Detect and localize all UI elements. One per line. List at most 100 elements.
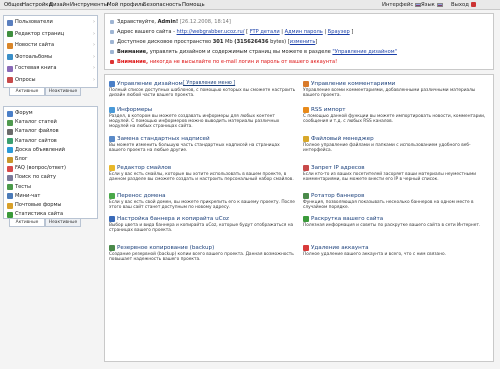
module-title[interactable]: Резервное копирование (backup) (117, 245, 214, 251)
greeting-text: Здравствуйте, (117, 19, 156, 25)
site-address-line: Адрес вашего сайта - http://webgrabber.u… (110, 29, 353, 35)
menu-profile[interactable]: Мой профиль (107, 2, 144, 8)
page-editor-icon (7, 31, 13, 37)
module-description: Полезная информация и советы по раскрутк… (303, 223, 481, 228)
menu-tools[interactable]: Инструменты (70, 2, 108, 8)
tab-inactive-bottom[interactable]: Неактивные (45, 219, 81, 227)
menu-security[interactable]: Безопасность (143, 2, 181, 8)
menu-settings[interactable]: Настройки (22, 2, 52, 8)
menu-help[interactable]: Помощь (182, 2, 205, 8)
sidebar-item[interactable]: Доска объявлений (7, 146, 95, 155)
sidebar-item[interactable]: Мини-чат (7, 192, 95, 201)
sidebar-item-label: Доска объявлений (15, 146, 65, 153)
interface-toggle[interactable]: Интерфейс (382, 2, 421, 8)
interface-label: Интерфейс (382, 2, 414, 8)
module-card: Управление дизайном[ Управление меню ] По… (109, 81, 299, 105)
ftp-details-link[interactable]: FTP детали (250, 29, 280, 35)
module-card: Замена стандартных надписей Вы можете изм… (109, 136, 299, 160)
sidebar-item-label: Редактор страниц (15, 30, 65, 37)
rss-icon (303, 107, 309, 113)
chevron-right-icon: › (93, 30, 95, 37)
module-title[interactable]: Настройка баннера и копирайта uCoz (117, 216, 229, 222)
sidebar-item-label: Каталог статей (15, 119, 57, 126)
logout-label: Выход (451, 2, 469, 8)
module-title[interactable]: Раскрутка вашего сайта (311, 216, 383, 222)
sidebar-item[interactable]: Поиск по сайту (7, 173, 95, 182)
module-title[interactable]: RSS импорт (311, 107, 346, 113)
module-card: Раскрутка вашего сайта Полезная информаци… (303, 216, 493, 240)
admin-password-link[interactable]: Админ пароль (285, 29, 323, 35)
mail-icon (7, 202, 13, 209)
sidebar-item[interactable]: Каталог сайтов (7, 137, 95, 146)
sidebar-top-tabs: Активные Неактивные (3, 88, 98, 96)
module-card: Редактор смайлов Если у вас есть смайлы, … (109, 165, 299, 189)
sidebar-item[interactable]: Почтовые формы (7, 201, 95, 210)
menu-design[interactable]: Дизайн (49, 2, 70, 8)
attention-line: Внимание, управлять дизайном и содержимы… (110, 49, 397, 55)
sidebar-item[interactable]: Гостевая книга › (7, 64, 95, 73)
news-icon (7, 42, 13, 49)
sidebar-item[interactable]: Фотоальбомы › (7, 53, 95, 62)
tab-inactive-top[interactable]: Неактивные (45, 88, 81, 96)
module-title[interactable]: Перенос домена (117, 193, 166, 199)
poll-icon (7, 77, 13, 83)
module-card: Управление комментариями Управление всеми… (303, 81, 493, 105)
sites-icon (7, 138, 13, 145)
module-description: Полное управление файлами и папками с ис… (303, 143, 471, 154)
module-title[interactable]: Управление дизайном (117, 81, 183, 87)
account-info-box: Здравствуйте, Admin! [26.12.2008, 18:14]… (104, 13, 494, 70)
module-title[interactable]: Ротатор баннеров (311, 193, 364, 199)
module-title[interactable]: Запрет IP адресов (311, 165, 365, 171)
module-title[interactable]: Управление комментариями (311, 81, 395, 87)
sidebar-item[interactable]: FAQ (вопрос/ответ) (7, 164, 95, 173)
sidebar-item[interactable]: Пользователи › (7, 18, 95, 27)
sidebar-item[interactable]: Новости сайта › (7, 41, 95, 50)
sidebar-item[interactable]: Тесты (7, 183, 95, 192)
disk-unit: Mb (225, 39, 233, 45)
module-title[interactable]: Файловый менеджер (311, 136, 374, 142)
module-card: Перенос домена Если у вас есть свой домен… (109, 193, 299, 217)
username: Admin! (157, 19, 179, 25)
tab-active-top[interactable]: Активные (9, 88, 45, 96)
board-icon (7, 147, 13, 154)
photo-icon (7, 54, 13, 60)
browser-link[interactable]: Браузер (328, 29, 350, 35)
module-description: С помощью данной функции вы можете импор… (303, 114, 486, 125)
logout-button[interactable]: Выход (451, 2, 476, 8)
module-description: Создание резервной (backup) копии всего … (109, 252, 294, 263)
articles-icon (7, 119, 13, 126)
blog-icon (7, 156, 13, 163)
module-card: Удаление аккаунта Полное удаление вашего … (303, 245, 493, 269)
globe-icon (110, 29, 114, 34)
sidebar-extra-panel: Форум Каталог статей Каталог файлов Каталог… (3, 106, 98, 219)
design-management-link[interactable]: "Управление дизайном" (332, 49, 397, 55)
files-icon (7, 128, 13, 135)
disk-change-link[interactable]: изменить (290, 39, 316, 45)
disk-bytes-unit: bytes) (270, 39, 287, 45)
sidebar-item[interactable]: Статистика сайта (7, 210, 95, 219)
module-title[interactable]: Замена стандартных надписей (117, 136, 210, 142)
sidebar-item-label: Фотоальбомы (15, 53, 53, 60)
module-title[interactable]: Редактор смайлов (117, 165, 171, 171)
language-switch[interactable]: Язык (421, 2, 443, 8)
module-card: Резервное копирование (backup) Создание р… (109, 245, 299, 269)
sidebar-item[interactable]: Каталог статей (7, 118, 95, 127)
module-title[interactable]: Информеры (117, 107, 152, 113)
sidebar-item-label: Форум (15, 110, 33, 116)
sidebar-item[interactable]: Каталог файлов (7, 127, 95, 136)
site-url-link[interactable]: http://webgrabber.ucoz.ru/ (177, 29, 245, 35)
ip-ban-icon (303, 165, 309, 171)
menu-management-link[interactable]: [ Управление меню ] (183, 81, 235, 86)
chevron-right-icon: › (93, 76, 95, 83)
sidebar-item[interactable]: Блог (7, 155, 95, 164)
sidebar-item-label: Гостевая книга (15, 65, 57, 71)
module-description: Вы можете изменить большую часть стандар… (109, 143, 280, 154)
sidebar-item[interactable]: Форум (7, 109, 95, 118)
module-title[interactable]: Удаление аккаунта (311, 245, 369, 251)
domain-icon (109, 193, 115, 199)
menu-general[interactable]: Общее (4, 2, 23, 8)
sidebar-item[interactable]: Опросы › (7, 76, 95, 85)
sidebar-item[interactable]: Редактор страниц › (7, 30, 95, 39)
tab-active-bottom[interactable]: Активные (9, 219, 45, 227)
sidebar-item-label: Каталог файлов (15, 128, 59, 135)
